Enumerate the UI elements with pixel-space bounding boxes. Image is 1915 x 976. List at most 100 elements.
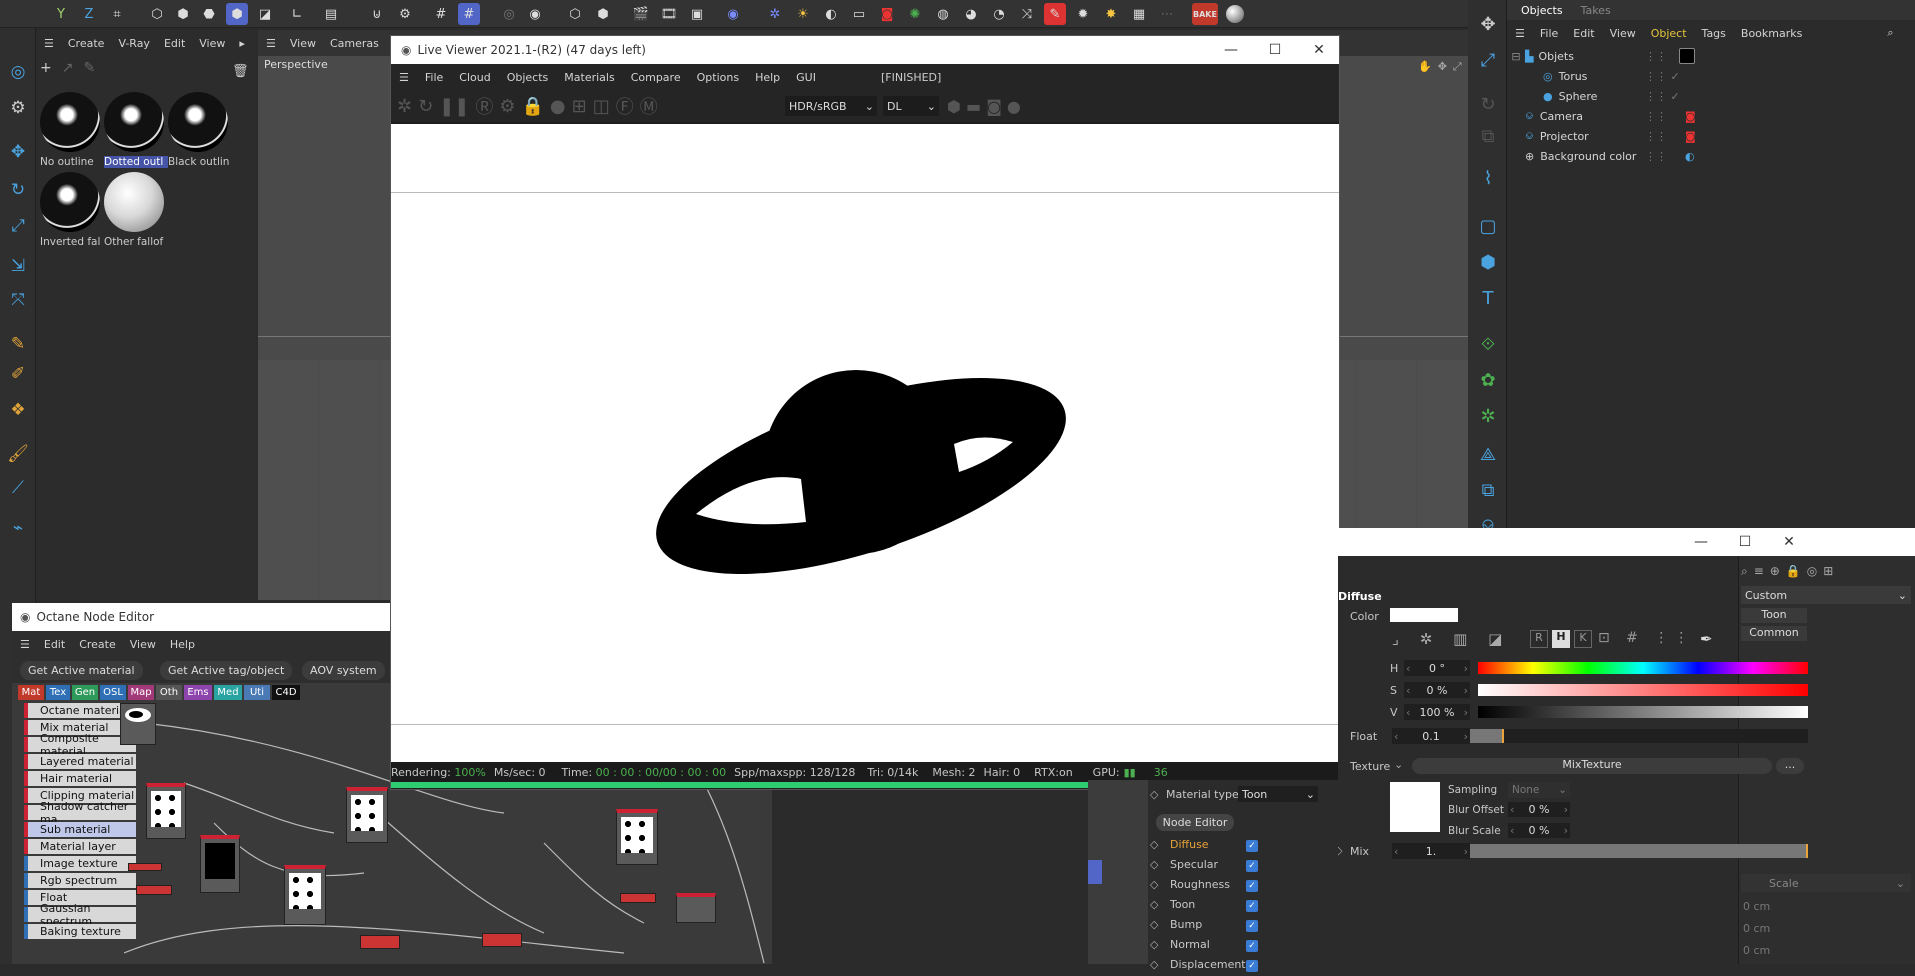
keyframe-icon[interactable]: ◇ — [1150, 918, 1158, 931]
bake-button[interactable]: BAKE — [1192, 3, 1218, 25]
maximize-icon[interactable]: ⤢ — [1476, 48, 1500, 72]
mograph-icon[interactable]: ✿ — [1476, 368, 1500, 392]
color-extra-icons[interactable]: ⊡ # ⋮⋮ — [1598, 630, 1694, 646]
scatter-icon[interactable]: ⤨ — [1016, 3, 1038, 25]
search-icon[interactable]: ⌕ — [1887, 26, 1893, 40]
menu-file[interactable]: File — [425, 71, 443, 84]
node-list-item[interactable]: Image texture — [24, 856, 136, 871]
menu-view[interactable]: View — [130, 638, 156, 651]
mix-texture-node[interactable] — [346, 787, 388, 843]
visibility-icon[interactable]: ⋮⋮ ✓ — [1645, 70, 1680, 83]
burst-icon[interactable]: ✸ — [1100, 3, 1122, 25]
live-selection-icon[interactable]: ◎ — [6, 60, 30, 84]
mix-slider[interactable] — [1470, 844, 1808, 858]
clay-icon[interactable]: ● — [550, 96, 566, 117]
channel-row[interactable]: ◇ Normal ✓ — [1150, 938, 1330, 956]
category-tab[interactable]: OSL — [100, 685, 126, 700]
menu-options[interactable]: Options — [697, 71, 739, 84]
shape-icons[interactable]: ⬢ ▬ ◙ ● — [947, 97, 1021, 116]
mesh-icon[interactable]: ◔ — [988, 3, 1010, 25]
category-tab[interactable]: Tex — [46, 685, 70, 700]
deformer-icon[interactable]: ⟁ — [1476, 442, 1500, 466]
menu-cameras[interactable]: Cameras — [330, 37, 379, 50]
menu-edit[interactable]: Edit — [44, 638, 65, 651]
minimize-icon[interactable]: — — [1209, 36, 1253, 64]
visibility-icon[interactable]: ⋮⋮ — [1645, 110, 1667, 123]
menu-compare[interactable]: Compare — [631, 71, 681, 84]
minimize-icon[interactable]: — — [1679, 528, 1723, 556]
attributes-mode-select[interactable]: Custom ⌄ — [1741, 586, 1911, 604]
menu-help[interactable]: Help — [755, 71, 780, 84]
node-list-item[interactable]: Layered material — [24, 754, 136, 769]
texture-env-icon[interactable]: ◍ — [932, 3, 954, 25]
render-queue-icon[interactable]: ▣ — [686, 3, 708, 25]
object-row-projector[interactable]: ⎉ Projector ⋮⋮ ◙ — [1507, 126, 1915, 146]
toggle-mode-icon[interactable]: ◐ — [820, 3, 842, 25]
maximize-icon[interactable]: ☐ — [1253, 36, 1297, 64]
text-icon[interactable]: T — [1476, 286, 1500, 310]
transform-icon[interactable]: ⇲ — [6, 254, 30, 278]
menu-vray[interactable]: V-Ray — [118, 37, 150, 50]
magnet-icon[interactable]: ⌁ — [6, 516, 30, 540]
gradient-node[interactable] — [620, 893, 656, 903]
channel-row[interactable]: ◇ Toon ✓ — [1150, 898, 1330, 916]
polygons-mode-icon[interactable]: ⬣ — [198, 3, 220, 25]
menu-cloud[interactable]: Cloud — [459, 71, 490, 84]
object-row-camera[interactable]: ⎉ Camera ⋮⋮ ◙ — [1507, 106, 1915, 126]
scale-points-icon[interactable]: ⤧ — [6, 288, 30, 312]
octane-camera-tag-icon[interactable]: ◙ — [1685, 110, 1696, 123]
category-tab[interactable]: Gen — [72, 685, 98, 700]
vdb-icon[interactable]: ◕ — [960, 3, 982, 25]
menu-object[interactable]: Object — [1651, 27, 1687, 40]
tab-common[interactable]: Common — [1741, 626, 1807, 641]
menu-view[interactable]: View — [1610, 27, 1636, 40]
menu-view[interactable]: View — [290, 37, 316, 50]
model-mode-icon[interactable]: ⬢ — [226, 3, 248, 25]
fog-icon[interactable]: ✹ — [1072, 3, 1094, 25]
node-list-item[interactable]: Shadow catcher ma — [24, 800, 136, 826]
cube-outline-icon[interactable]: ▢ — [1476, 214, 1500, 238]
paint-brush-icon[interactable]: 🖌 — [6, 442, 30, 466]
magnet-snap-icon[interactable]: ⊍ — [366, 3, 388, 25]
mix-texture-node[interactable] — [284, 865, 326, 925]
tab-objects[interactable]: Objects — [1521, 4, 1563, 17]
keyframe-icon[interactable]: ◇ — [1150, 878, 1158, 891]
material-label[interactable]: Other fallof — [104, 236, 168, 248]
keyframe-icon[interactable]: ◇ — [1150, 938, 1158, 951]
octane-settings-icon[interactable]: ✲ — [764, 3, 786, 25]
mode-rgb-button[interactable]: R — [1530, 630, 1548, 648]
channel-checkbox[interactable]: ✓ — [1246, 940, 1258, 952]
menu-view[interactable]: View — [199, 37, 225, 50]
object-row-objets[interactable]: ⊟ ▙ Objets ⋮⋮ — [1507, 46, 1915, 66]
trash-icon[interactable]: 🗑 — [232, 64, 249, 79]
material-thumb[interactable] — [104, 92, 164, 152]
render-settings-icon[interactable]: ⬢ — [592, 3, 614, 25]
material-label[interactable]: No outline — [40, 156, 104, 168]
move-icon[interactable]: ✥ — [6, 140, 30, 164]
object-row-torus[interactable]: ◎ Torus ⋮⋮ ✓ — [1507, 66, 1915, 86]
visibility-icon[interactable]: ⋮⋮ — [1645, 130, 1667, 143]
channel-row[interactable]: ◇ Bump ✓ — [1150, 918, 1330, 936]
close-icon[interactable]: ✕ — [1767, 528, 1811, 556]
move-icon[interactable]: ✥ — [1476, 12, 1500, 36]
checker-icon[interactable]: ▦ — [1128, 3, 1150, 25]
hamburger-icon[interactable]: ☰ — [44, 37, 54, 50]
object-row-sphere[interactable]: ● Sphere ⋮⋮ ✓ — [1507, 86, 1915, 106]
mode-kelvin-button[interactable]: K — [1574, 630, 1592, 648]
octane-icon[interactable]: ◉ — [722, 3, 744, 25]
menu-more-icon[interactable]: ▸ — [239, 37, 245, 50]
soft-selection-icon[interactable]: ◉ — [524, 3, 546, 25]
float-node[interactable] — [128, 863, 162, 871]
axis-z-toggle[interactable]: Z — [78, 3, 100, 25]
workplane-icon[interactable]: ∟ — [286, 3, 308, 25]
get-active-tag-button[interactable]: Get Active tag/object — [160, 661, 293, 680]
particles-icon[interactable]: ✎ — [1044, 3, 1066, 25]
blur-scale-field[interactable]: ‹ 0 % › — [1508, 823, 1570, 838]
menu-edit[interactable]: Edit — [164, 37, 185, 50]
float-node[interactable] — [136, 885, 172, 895]
film-region-icon[interactable]: ◫ — [593, 96, 610, 117]
material-ball-icon[interactable] — [1224, 3, 1246, 25]
effector-icon[interactable]: ✲ — [1476, 404, 1500, 428]
category-tab[interactable]: C4D — [272, 685, 300, 700]
maximize-icon[interactable]: ☐ — [1723, 528, 1767, 556]
